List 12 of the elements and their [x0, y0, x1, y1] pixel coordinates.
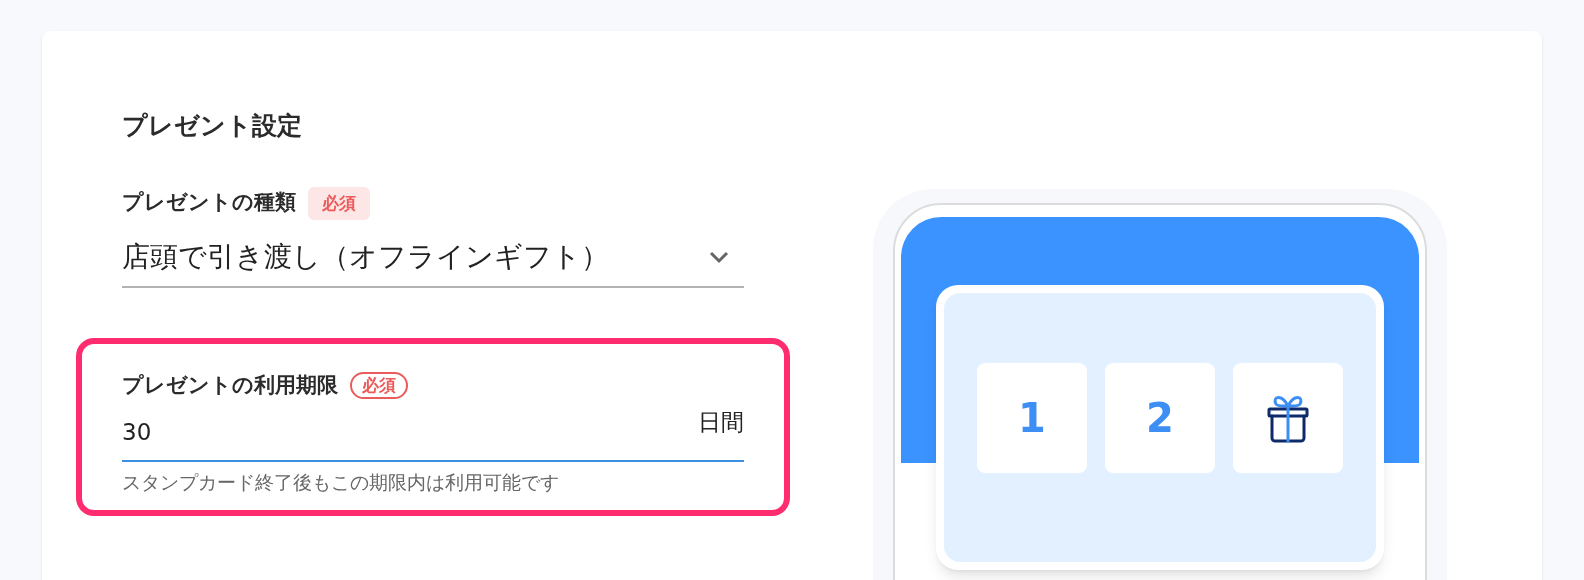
- select-field[interactable]: 店頭で引き渡し（オフラインギフト）: [122, 235, 744, 288]
- unit-label: 日間: [698, 408, 744, 438]
- field-label: プレゼントの種類: [122, 189, 296, 217]
- field-label: プレゼントの利用期限: [122, 371, 338, 399]
- stamp-slot: 1: [977, 362, 1087, 473]
- section-title: プレゼント設定: [122, 110, 303, 142]
- required-badge: 必須: [350, 371, 408, 400]
- helper-text: スタンプカード終了後もこの期限内は利用可能です: [122, 469, 560, 495]
- chevron-down-icon: [708, 249, 730, 264]
- number-field[interactable]: 30 日間: [122, 405, 744, 462]
- required-badge: 必須: [308, 186, 370, 220]
- stamp-slot: 2: [1105, 362, 1215, 473]
